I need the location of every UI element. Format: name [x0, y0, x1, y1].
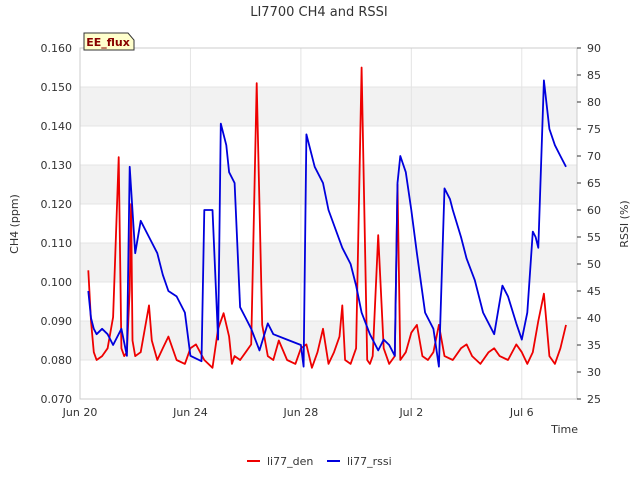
y-tick-right-label: 70 [587, 150, 601, 163]
chart: LI7700 CH4 and RSSI 0.070 0.080 0.090 0.100… [8, 5, 631, 468]
y-tick-right-label: 65 [587, 177, 601, 190]
y-tick-left-label: 0.120 [41, 198, 73, 211]
grid-band [80, 321, 577, 360]
y-tick-right-label: 75 [587, 123, 601, 136]
y-tick-left-label: 0.150 [41, 81, 73, 94]
x-tick-label: Jun 20 [62, 406, 98, 419]
y-tick-right-label: 40 [587, 312, 601, 325]
chart-title: LI7700 CH4 and RSSI [250, 5, 388, 20]
y-tick-right-label: 55 [587, 231, 601, 244]
y-tick-right-label: 25 [587, 393, 601, 406]
x-tick-label: Jun 24 [172, 406, 208, 419]
y-tick-left-label: 0.090 [41, 315, 73, 328]
y-tick-right-label: 35 [587, 339, 601, 352]
y-tick-left-label: 0.140 [41, 120, 73, 133]
y-tick-right-label: 60 [587, 204, 601, 217]
x-axis-label: Time [550, 423, 578, 436]
y-axis-left: 0.070 0.080 0.090 0.100 0.110 0.120 0.130 0.140… [41, 42, 73, 406]
y-axis-right: 25 30 35 40 45 50 55 60 65 70 75 80 85 90 [577, 42, 601, 406]
y-tick-left-label: 0.160 [41, 42, 73, 55]
y-tick-left-label: 0.080 [41, 354, 73, 367]
y-tick-left-label: 0.110 [41, 237, 73, 250]
y-tick-right-label: 50 [587, 258, 601, 271]
y-axis-right-label: RSSI (%) [618, 200, 631, 247]
legend-label-li77_rssi: li77_rssi [347, 455, 392, 468]
y-tick-left-label: 0.100 [41, 276, 73, 289]
legend-label-li77_den: li77_den [267, 455, 313, 468]
legend: li77_den li77_rssi [247, 455, 392, 468]
x-tick-label: Jun 28 [283, 406, 319, 419]
badge: EE_flux [83, 32, 135, 51]
y-tick-left-label: 0.130 [41, 159, 73, 172]
y-tick-right-label: 85 [587, 69, 601, 82]
y-tick-left-label: 0.070 [41, 393, 73, 406]
plot-bands [80, 87, 577, 360]
y-tick-right-label: 90 [587, 42, 601, 55]
y-tick-right-label: 45 [587, 285, 601, 298]
y-tick-right-label: 80 [587, 96, 601, 109]
x-tick-label: Jul 2 [398, 406, 423, 419]
badge-text: EE_flux [86, 36, 130, 49]
x-tick-label: Jul 6 [509, 406, 534, 419]
y-axis-left-label: CH4 (ppm) [8, 194, 21, 254]
grid-band [80, 87, 577, 126]
x-axis: Jun 20 Jun 24 Jun 28 Jul 2 Jul 6 [62, 406, 534, 419]
grid-band [80, 165, 577, 204]
y-tick-right-label: 30 [587, 366, 601, 379]
